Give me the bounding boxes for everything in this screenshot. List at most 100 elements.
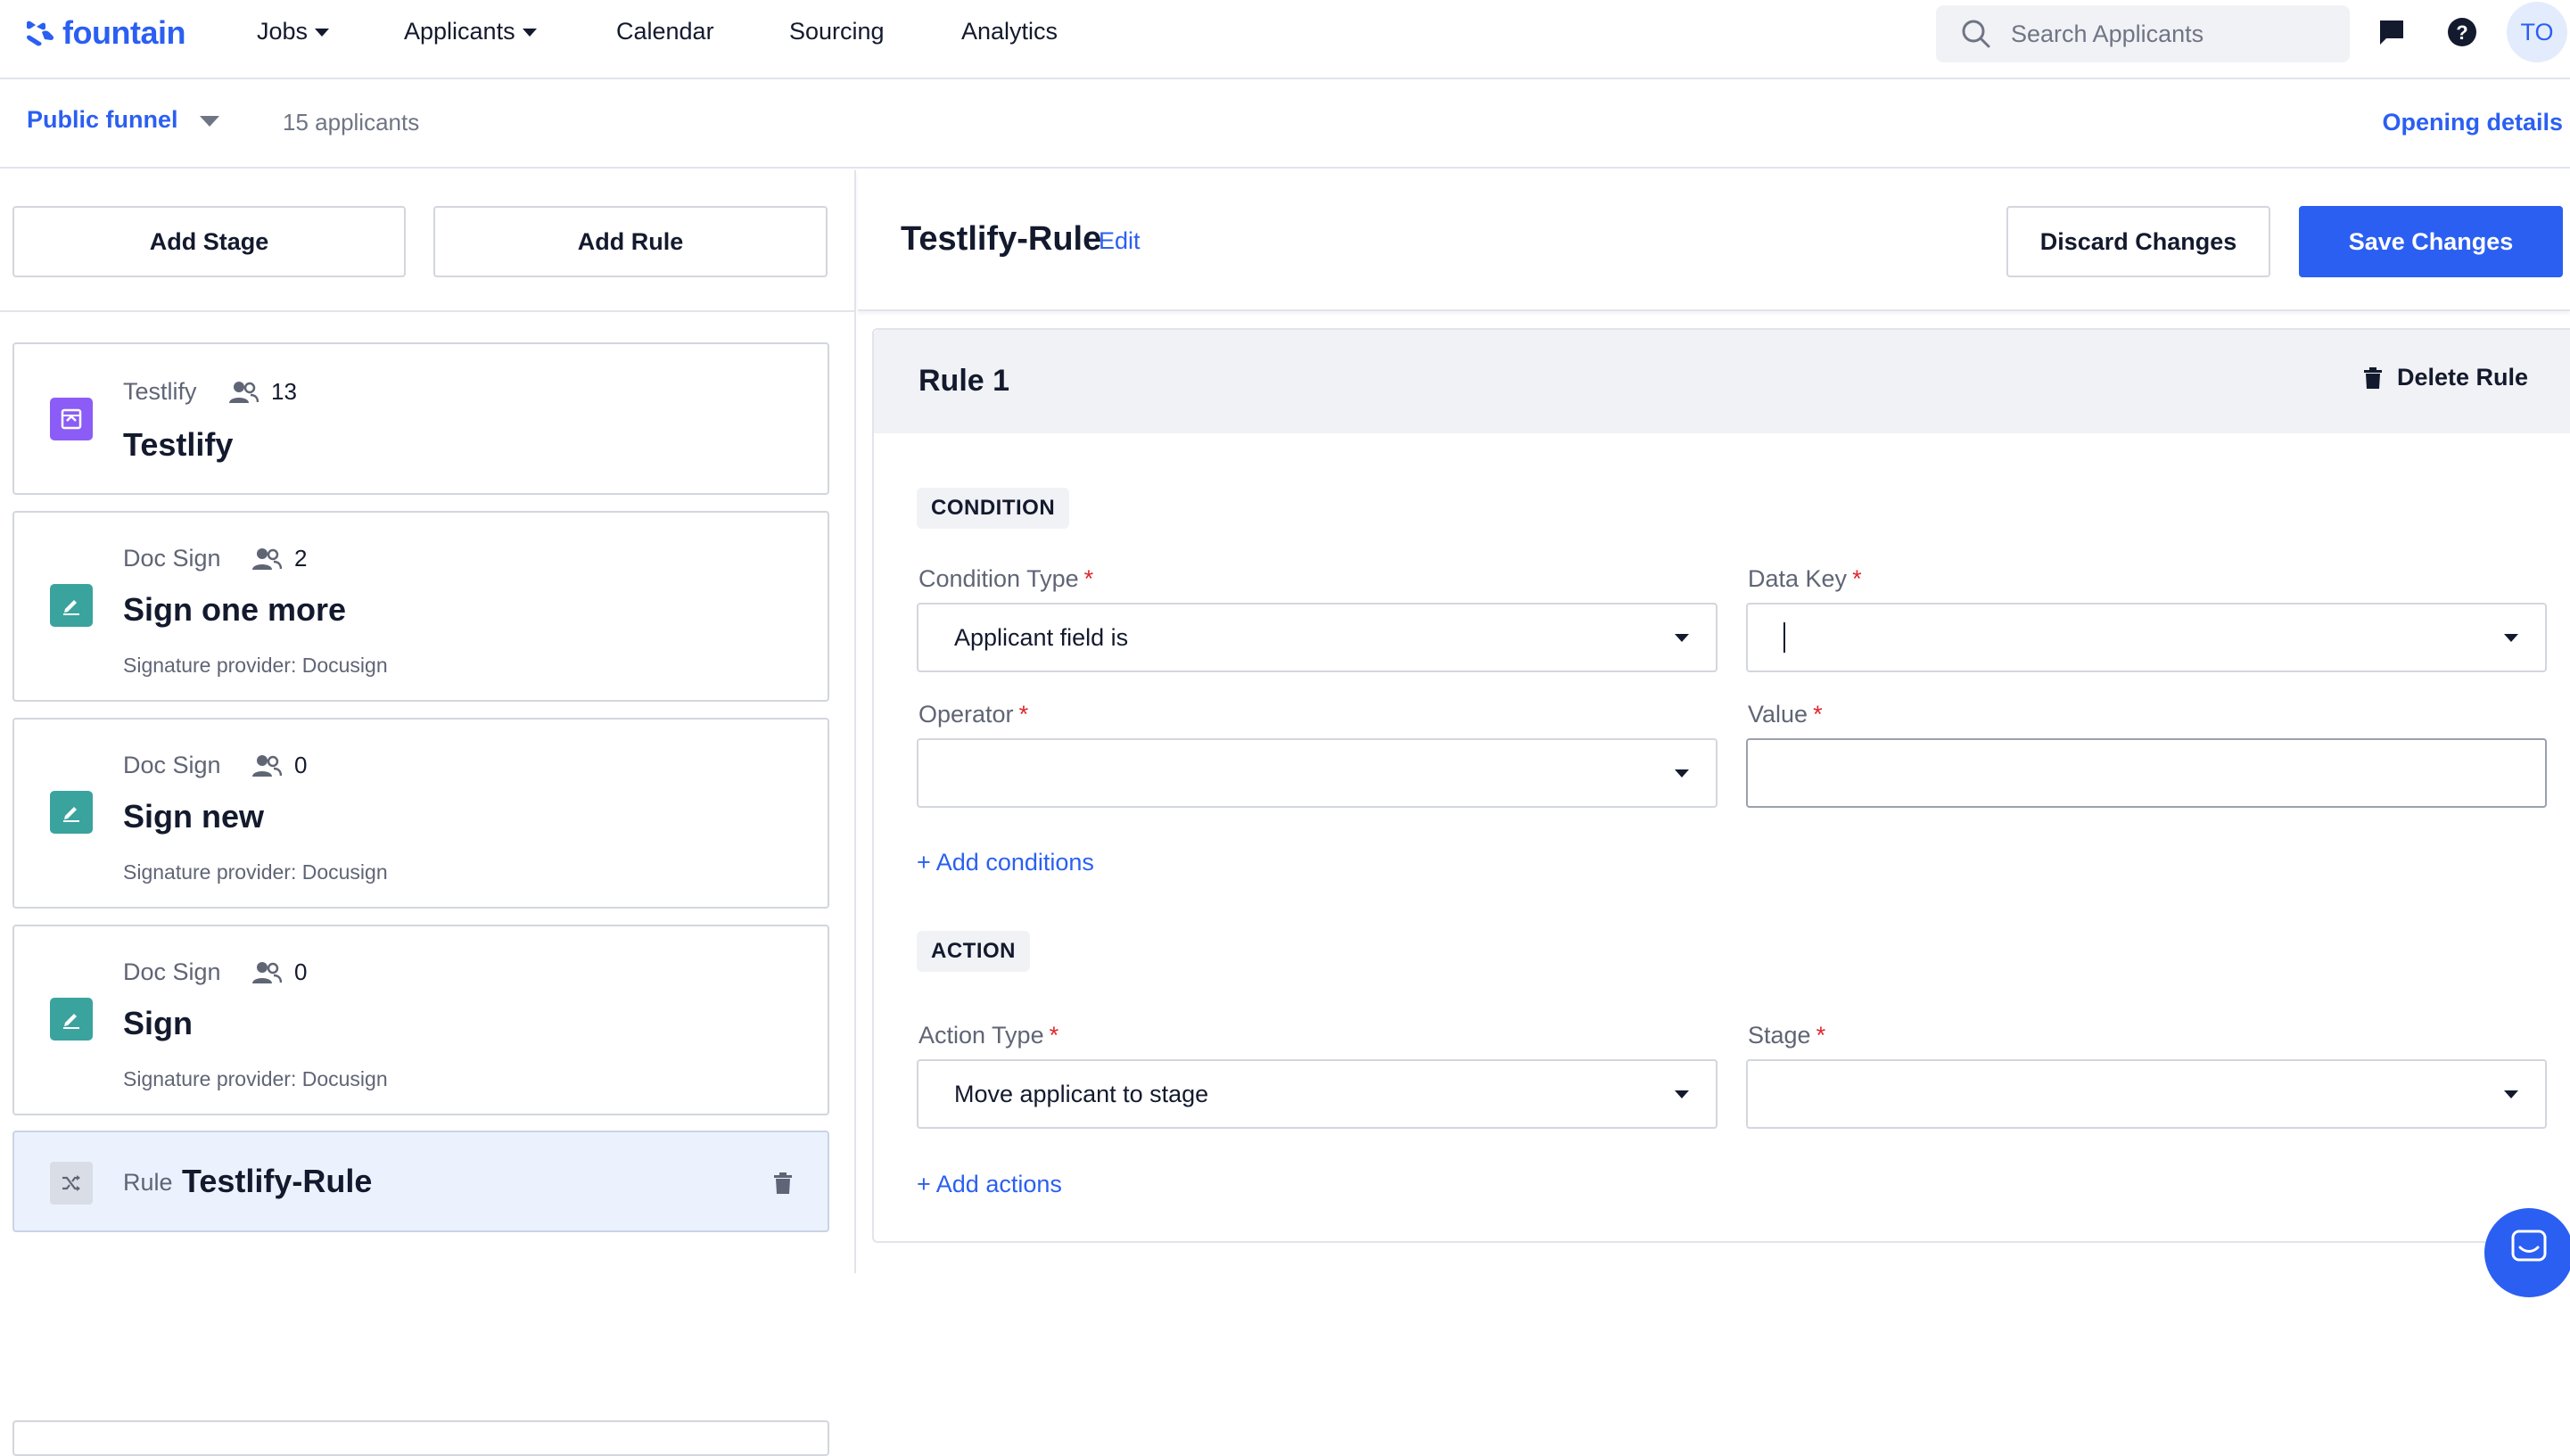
count-value: 0 <box>294 958 308 985</box>
stage-card-partial[interactable] <box>12 1420 829 1456</box>
stage-type: Doc Sign <box>123 545 221 572</box>
stage-card-sign-one-more[interactable]: Doc Sign 2 Sign one more Signature provi… <box>12 511 829 702</box>
nav-applicants[interactable]: Applicants <box>404 18 537 45</box>
save-changes-button[interactable]: Save Changes <box>2299 206 2563 277</box>
stage-label: Stage * <box>1748 1022 1825 1049</box>
text-cursor <box>1783 622 1785 653</box>
fountain-logo-icon <box>27 21 54 46</box>
nav-calendar[interactable]: Calendar <box>616 18 714 45</box>
testlify-icon <box>50 398 93 440</box>
required-mark: * <box>1083 565 1094 592</box>
action-section-label: ACTION <box>917 931 1030 972</box>
people-icon <box>252 961 282 983</box>
add-conditions-link[interactable]: + Add conditions <box>917 849 1094 876</box>
top-navigation: fountain Jobs Applicants Calendar Sourci… <box>0 0 2570 79</box>
stage-title: Sign one more <box>123 591 347 628</box>
shuffle-icon <box>50 1162 93 1205</box>
delete-rule-button[interactable]: Delete Rule <box>2363 364 2528 391</box>
required-mark: * <box>1813 701 1823 728</box>
stage-subtitle: Signature provider: Docusign <box>123 860 388 884</box>
caret-down-icon <box>1675 1090 1689 1098</box>
rule-box: Rule 1 Delete Rule CONDITION Condition T… <box>872 328 2570 1243</box>
applicant-count-badge: 0 <box>251 752 307 779</box>
edit-title-link[interactable]: Edit <box>1099 227 1141 255</box>
applicant-count-badge: 0 <box>251 958 307 986</box>
stage-title: Testlify <box>123 426 234 463</box>
condition-type-label-text: Condition Type <box>918 565 1079 592</box>
user-avatar[interactable]: TO <box>2507 2 2567 62</box>
stages-panel: Add Stage Add Rule Testlify 13 Testlify … <box>0 170 856 1456</box>
people-icon <box>252 547 282 570</box>
action-type-select[interactable]: Move applicant to stage <box>917 1059 1717 1129</box>
support-chat-button[interactable] <box>2484 1208 2570 1297</box>
data-key-label-text: Data Key <box>1748 565 1848 592</box>
chat-widget-icon <box>2511 1230 2547 1262</box>
nav-calendar-label: Calendar <box>616 18 714 45</box>
stage-card-testlify[interactable]: Testlify 13 Testlify <box>12 342 829 495</box>
add-actions-link[interactable]: + Add actions <box>917 1171 1062 1198</box>
stage-title: Sign new <box>123 798 265 835</box>
data-key-label: Data Key * <box>1748 565 1862 593</box>
nav-jobs[interactable]: Jobs <box>257 18 330 45</box>
people-icon <box>252 754 282 777</box>
applicant-count: 15 applicants <box>283 109 420 136</box>
nav-analytics-label: Analytics <box>961 18 1058 45</box>
add-stage-button[interactable]: Add Stage <box>12 206 406 277</box>
caret-down-icon <box>315 29 330 37</box>
value-label: Value * <box>1748 701 1823 728</box>
stage-title: Sign <box>123 1005 193 1041</box>
delete-rule-card-button[interactable] <box>769 1168 797 1198</box>
condition-section-label: CONDITION <box>917 488 1070 529</box>
count-value: 13 <box>271 378 297 405</box>
applicant-count-badge: 2 <box>251 545 307 572</box>
discard-changes-button[interactable]: Discard Changes <box>2006 206 2270 277</box>
fountain-logo[interactable]: fountain <box>25 12 185 53</box>
caret-down-icon <box>522 29 537 37</box>
funnel-selector[interactable]: Public funnel <box>27 106 219 134</box>
help-icon: ? <box>2448 18 2476 46</box>
search-input[interactable] <box>2009 19 2330 49</box>
rule-number: Rule 1 <box>918 364 1010 398</box>
trash-icon <box>774 1172 792 1194</box>
required-mark: * <box>1816 1022 1826 1049</box>
search-icon <box>1962 20 1990 48</box>
operator-select[interactable] <box>917 738 1717 808</box>
caret-down-icon <box>1675 769 1689 777</box>
nav-applicants-label: Applicants <box>404 18 515 45</box>
applicant-count-badge: 13 <box>228 378 297 406</box>
doc-sign-icon <box>50 791 93 834</box>
rule-type-label: Rule <box>123 1169 173 1196</box>
rule-box-header: Rule 1 Delete Rule <box>874 330 2570 433</box>
add-rule-button[interactable]: Add Rule <box>433 206 828 277</box>
stage-card-sign[interactable]: Doc Sign 0 Sign Signature provider: Docu… <box>12 925 829 1115</box>
action-type-label-text: Action Type <box>918 1022 1044 1049</box>
rule-title: Testlify-Rule <box>182 1163 373 1199</box>
stage-type: Doc Sign <box>123 752 221 778</box>
stage-card-sign-new[interactable]: Doc Sign 0 Sign new Signature provider: … <box>12 718 829 909</box>
chat-button[interactable] <box>2376 16 2408 48</box>
value-label-text: Value <box>1748 701 1808 728</box>
stage-select[interactable] <box>1746 1059 2547 1129</box>
nav-sourcing-label: Sourcing <box>789 18 885 45</box>
data-key-select[interactable] <box>1746 603 2547 672</box>
required-mark: * <box>1018 701 1029 728</box>
help-button[interactable]: ? <box>2446 16 2478 48</box>
value-input[interactable] <box>1746 738 2547 808</box>
doc-sign-icon <box>50 998 93 1041</box>
doc-sign-icon <box>50 584 93 627</box>
funnel-header: Public funnel 15 applicants Opening deta… <box>0 79 2570 169</box>
nav-analytics[interactable]: Analytics <box>961 18 1058 45</box>
search-bar <box>1936 5 2350 62</box>
nav-jobs-label: Jobs <box>257 18 309 45</box>
nav-sourcing[interactable]: Sourcing <box>789 18 885 45</box>
stage-type: Testlify <box>123 378 197 405</box>
svg-text:?: ? <box>2456 21 2467 44</box>
action-type-label: Action Type * <box>918 1022 1058 1049</box>
condition-type-select[interactable]: Applicant field is <box>917 603 1717 672</box>
people-icon <box>229 381 259 403</box>
opening-details-link[interactable]: Opening details <box>2382 109 2563 136</box>
trash-icon <box>2364 366 2382 389</box>
rule-card-testlify-rule[interactable]: Rule Testlify-Rule <box>12 1131 829 1232</box>
caret-down-icon <box>1675 634 1689 642</box>
caret-down-icon <box>2504 1090 2518 1098</box>
